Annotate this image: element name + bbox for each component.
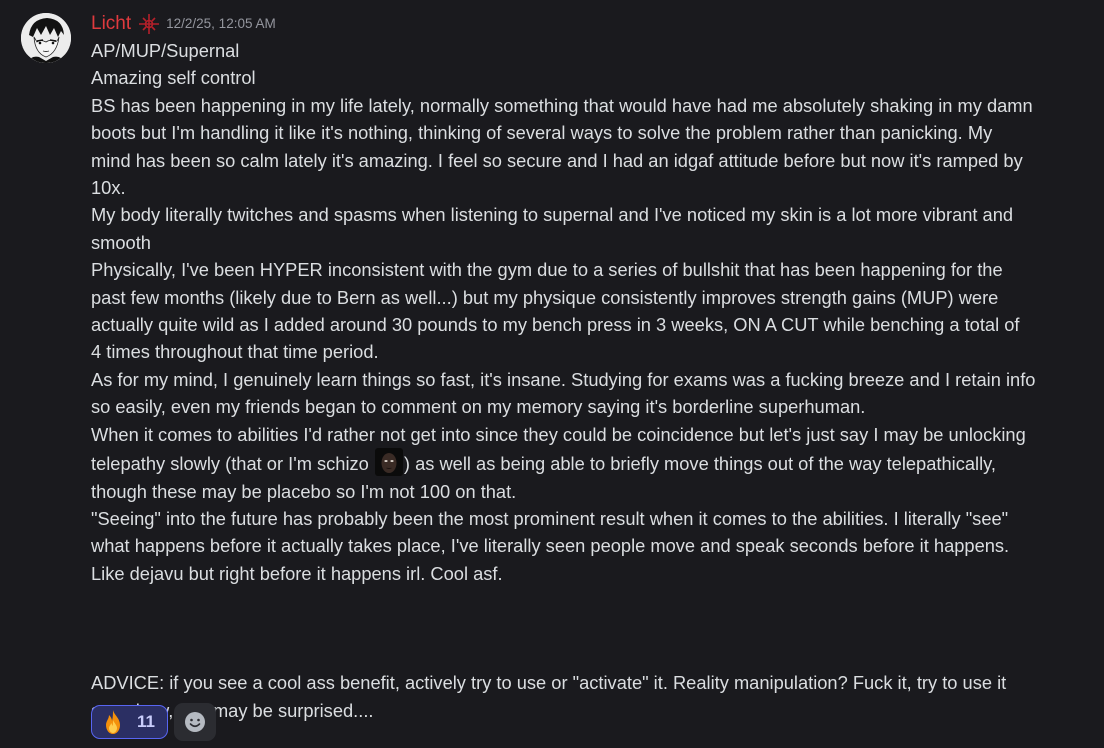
message-line: My body literally twitches and spasms wh… xyxy=(91,204,1014,226)
timestamp[interactable]: 12/2/25, 12:05 AM xyxy=(166,10,276,38)
avatar-image xyxy=(21,13,71,63)
reaction-fire-button[interactable]: 11 xyxy=(91,705,168,739)
add-reaction-smiley-icon xyxy=(184,712,205,732)
message-text: telepathy slowly (that or I'm schizo xyxy=(91,453,374,475)
message-line: Amazing self control xyxy=(91,67,256,89)
advice-line: somehow, you may be surprised.... xyxy=(91,699,374,721)
message-line: When it comes to abilities I'd rather no… xyxy=(91,423,1026,445)
message-line: Physically, I've been HYPER inconsistent… xyxy=(91,259,1003,281)
message-line: AP/MUP/Supernal xyxy=(91,40,240,61)
message-line: smooth xyxy=(91,231,151,253)
reactions-bar: 11 xyxy=(91,703,216,741)
red-cross-sigil-icon[interactable] xyxy=(137,12,161,36)
message-line: 4 times throughout that time period. xyxy=(91,341,379,363)
message-line: "Seeing" into the future has probably be… xyxy=(91,507,1009,529)
chat-message: Licht 12/2/25, 12:05 AM AP/MUP/Supernal … xyxy=(0,0,1104,748)
advice-line: ADVICE: if you see a cool ass benefit, a… xyxy=(91,672,1007,694)
avatar[interactable] xyxy=(21,13,71,63)
message-line: Like dejavu but right before it happens … xyxy=(91,562,503,584)
message-line: though these may be placebo so I'm not 1… xyxy=(91,480,517,502)
message-line: mind has been so calm lately it's amazin… xyxy=(91,149,1023,171)
message-line-with-emoji: telepathy slowly (that or I'm schizo ) a… xyxy=(91,448,1081,477)
message-line: what happens before it actually takes pl… xyxy=(91,535,1010,557)
username[interactable]: Licht xyxy=(91,10,131,38)
add-reaction-button[interactable] xyxy=(173,703,216,741)
message-header: Licht 12/2/25, 12:05 AM xyxy=(91,10,276,38)
fire-icon xyxy=(106,710,120,734)
dark-face-emoji-icon[interactable] xyxy=(374,448,403,477)
message-line: BS has been happening in my life lately,… xyxy=(91,94,1033,116)
message-line: 10x. xyxy=(91,177,126,199)
message-line: boots but I'm handling it like it's noth… xyxy=(91,122,993,144)
message-content: AP/MUP/Supernal Amazing self control BS … xyxy=(91,37,1081,724)
message-line: past few months (likely due to Bern as w… xyxy=(91,286,999,308)
message-line: actually quite wild as I added around 30… xyxy=(91,314,1020,336)
message-text: ) as well as being able to briefly move … xyxy=(403,453,996,475)
message-line: so easily, even my friends began to comm… xyxy=(91,396,866,418)
message-line: As for my mind, I genuinely learn things… xyxy=(91,368,1036,390)
reaction-count: 11 xyxy=(137,712,155,731)
